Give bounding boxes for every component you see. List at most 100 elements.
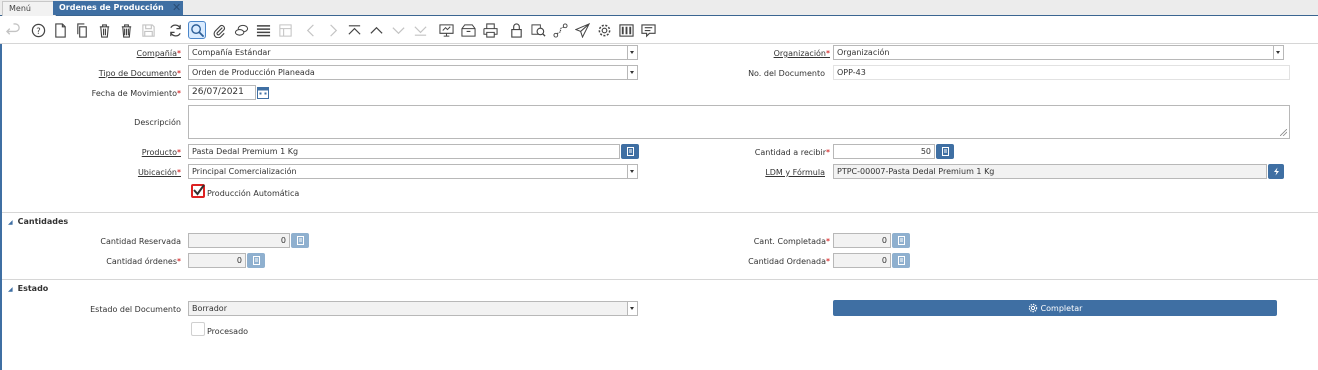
chevron-down-icon[interactable]: [627, 66, 637, 79]
collapse-triangle-icon[interactable]: ◢: [8, 219, 13, 226]
calculator-icon: [897, 256, 905, 265]
procesado-checkbox[interactable]: [191, 322, 205, 336]
lock-icon[interactable]: [507, 21, 525, 39]
cantidad-ordenada-field[interactable]: 0: [833, 253, 891, 268]
cantidad-ordenada-calculator-button[interactable]: [892, 253, 910, 268]
label-ldm-formula: LDM y Fórmula: [765, 168, 825, 177]
label-organizacion: Organización*: [773, 49, 830, 58]
label-produccion-automatica: Producción Automática: [207, 189, 300, 198]
fecha-movimiento-field[interactable]: 26/07/2021: [188, 85, 256, 100]
cant-completada-calculator-button[interactable]: [892, 233, 910, 248]
left-accent-bar: [0, 44, 2, 370]
no-documento-field[interactable]: OPP-43: [833, 65, 1290, 80]
produccion-automatica-checkbox[interactable]: [191, 184, 205, 198]
chevron-down-icon[interactable]: [627, 302, 637, 315]
section-cantidades[interactable]: ◢ Cantidades: [8, 217, 68, 226]
cant-completada-field[interactable]: 0: [833, 233, 891, 248]
label-cantidad-recibir: Cantidad a recibir*: [754, 148, 830, 157]
producto-field[interactable]: Pasta Dedal Premium 1 Kg: [188, 144, 620, 159]
last-record-icon[interactable]: [411, 21, 429, 39]
calculator-icon: [252, 256, 260, 265]
help-icon[interactable]: ?: [29, 21, 47, 39]
label-cant-completada: Cant. Completada*: [753, 237, 830, 246]
calculator-icon: [296, 236, 304, 245]
calendar-icon[interactable]: [257, 86, 269, 99]
lookup-icon: [626, 147, 634, 156]
save-icon[interactable]: [139, 21, 157, 39]
label-fecha-movimiento: Fecha de Movimiento*: [91, 89, 181, 98]
tab-menu[interactable]: Menú (35): [2, 1, 56, 27]
ldm-formula-zoom-button[interactable]: [1268, 164, 1284, 179]
customize-icon[interactable]: [617, 21, 635, 39]
label-tipo-documento: Tipo de Documento*: [98, 69, 181, 78]
cantidad-reservada-field[interactable]: 0: [188, 233, 290, 248]
completar-button[interactable]: Completar: [833, 300, 1277, 316]
chevron-down-icon[interactable]: [1273, 46, 1283, 59]
archive-icon[interactable]: [459, 21, 477, 39]
window-tab-bar: Menú (35) Ordenes de Producción Plane...…: [0, 0, 1318, 27]
ubicacion-select[interactable]: Principal Comercialización: [188, 164, 638, 179]
chevron-down-icon[interactable]: [627, 46, 637, 59]
label-compania: Compañía*: [136, 49, 181, 58]
cantidad-reservada-calculator-button[interactable]: [291, 233, 309, 248]
checkmark-icon: [193, 184, 205, 196]
grid-toggle-icon[interactable]: [254, 21, 272, 39]
process-gear-icon[interactable]: [595, 21, 613, 39]
section-divider: [2, 212, 1318, 213]
svg-text:?: ?: [36, 25, 40, 35]
producto-search-button[interactable]: [621, 144, 639, 159]
first-record-icon[interactable]: [345, 21, 363, 39]
label-ubicacion: Ubicación*: [137, 168, 181, 177]
tab-production-order[interactable]: Ordenes de Producción Plane...: [53, 1, 183, 26]
workflow-icon[interactable]: [551, 21, 569, 39]
resize-handle-icon[interactable]: [1280, 129, 1287, 136]
report-icon[interactable]: [437, 21, 455, 39]
gear-icon: [1028, 303, 1037, 313]
label-producto: Producto*: [141, 148, 181, 157]
previous-up-icon[interactable]: [367, 21, 385, 39]
calculator-icon: [897, 236, 905, 245]
product-info-icon[interactable]: [639, 21, 657, 39]
estado-documento-select[interactable]: Borrador: [188, 301, 638, 316]
calculator-icon: [941, 147, 949, 156]
undo-icon[interactable]: [4, 21, 22, 39]
next-record-icon[interactable]: [323, 21, 341, 39]
print-icon[interactable]: [481, 21, 499, 39]
label-cantidad-ordenada: Cantidad Ordenada*: [748, 257, 830, 266]
refresh-icon[interactable]: [166, 21, 184, 39]
completar-label: Completar: [1040, 303, 1083, 313]
close-tab-icon[interactable]: ✕: [172, 1, 182, 15]
ldm-formula-field[interactable]: PTPC-00007-Pasta Dedal Premium 1 Kg: [833, 164, 1267, 179]
delete-icon[interactable]: [95, 21, 113, 39]
parent-record-icon[interactable]: [276, 21, 294, 39]
label-descripcion: Descripción: [134, 118, 181, 127]
new-record-icon[interactable]: [51, 21, 69, 39]
chevron-down-icon[interactable]: [627, 165, 637, 178]
cantidad-recibir-field[interactable]: 50: [833, 144, 935, 159]
cantidad-recibir-calculator-button[interactable]: [936, 144, 954, 159]
section-estado[interactable]: ◢ Estado: [8, 284, 48, 293]
compania-select[interactable]: Compañía Estándar: [188, 45, 638, 60]
tipo-documento-select[interactable]: Orden de Producción Planeada: [188, 65, 638, 80]
delete-selection-icon[interactable]: [117, 21, 135, 39]
lightning-icon: [1273, 167, 1279, 176]
collapse-triangle-icon[interactable]: ◢: [8, 286, 13, 293]
next-down-icon[interactable]: [389, 21, 407, 39]
request-icon[interactable]: [573, 21, 591, 39]
label-cantidad-ordenes: Cantidad órdenes*: [106, 257, 181, 266]
label-procesado: Procesado: [207, 327, 249, 336]
chat-icon[interactable]: [232, 21, 250, 39]
previous-record-icon[interactable]: [302, 21, 320, 39]
label-estado-documento: Estado del Documento: [90, 305, 181, 314]
zoom-across-icon[interactable]: [529, 21, 547, 39]
cantidad-ordenes-field[interactable]: 0: [188, 253, 246, 268]
label-no-documento: No. del Documento: [748, 69, 825, 78]
attachment-icon[interactable]: [210, 21, 228, 39]
section-divider: [2, 279, 1318, 280]
toolbar: ?: [0, 17, 1318, 44]
find-icon[interactable]: [188, 21, 206, 39]
organizacion-select[interactable]: Organización: [833, 45, 1284, 60]
descripcion-textarea[interactable]: [188, 105, 1290, 139]
copy-record-icon[interactable]: [73, 21, 91, 39]
cantidad-ordenes-calculator-button[interactable]: [247, 253, 265, 268]
